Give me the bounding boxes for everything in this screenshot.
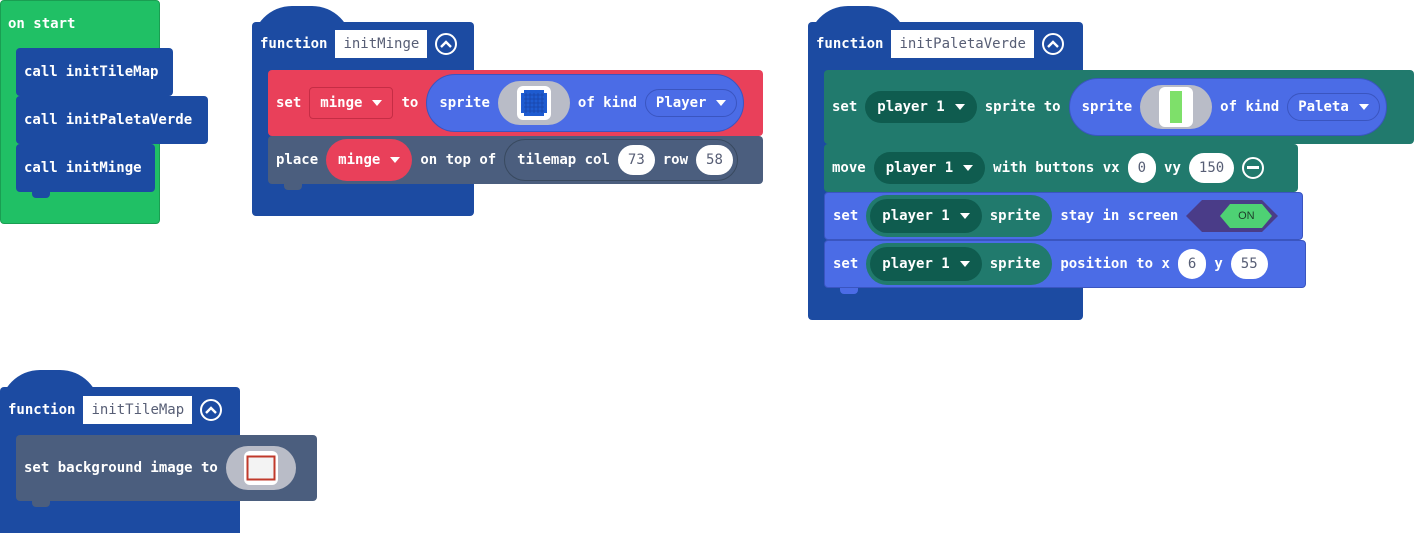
call-function-name: initMinge xyxy=(65,160,142,176)
kind-name: Player xyxy=(655,95,707,111)
chevron-down-icon xyxy=(959,213,970,219)
vy-input[interactable]: 150 xyxy=(1188,153,1235,183)
chevron-down-icon xyxy=(372,100,383,106)
sprite-keyword: sprite xyxy=(989,208,1041,224)
player-dropdown[interactable]: player 1 xyxy=(870,199,982,233)
col-input[interactable]: 73 xyxy=(617,145,655,175)
player-name: player 1 xyxy=(882,208,950,224)
on-start-label: on start xyxy=(8,16,76,32)
variable-name: minge xyxy=(338,152,381,168)
stay-in-screen-keyword: stay in screen xyxy=(1060,208,1179,224)
collapse-icon[interactable] xyxy=(200,399,223,421)
sprite-keyword: sprite xyxy=(989,256,1041,272)
function-name-field[interactable]: initMinge xyxy=(335,30,428,58)
set-keyword: set xyxy=(276,95,302,111)
variable-name: minge xyxy=(320,95,363,111)
of-kind-keyword: of kind xyxy=(1220,99,1280,115)
kind-dropdown[interactable]: Player xyxy=(644,89,738,117)
function-name-field[interactable]: initPaletaVerde xyxy=(891,30,1034,58)
kind-name: Paleta xyxy=(1298,99,1349,115)
player-name: player 1 xyxy=(885,160,954,176)
sprite-create-block[interactable]: sprite of kind Paleta xyxy=(1068,78,1387,136)
set-background-image-keyword: set background image to xyxy=(24,460,218,476)
chevron-down-icon xyxy=(963,165,974,171)
player-dropdown[interactable]: player 1 xyxy=(873,152,986,184)
of-kind-keyword: of kind xyxy=(577,95,637,111)
player-dropdown[interactable]: player 1 xyxy=(870,247,982,281)
function-keyword: function xyxy=(816,36,884,52)
set-keyword: set xyxy=(833,208,859,224)
ball-sprite-icon xyxy=(516,86,551,120)
chevron-down-icon xyxy=(954,104,965,110)
set-background-image-block[interactable]: set background image to xyxy=(16,435,317,501)
collapse-icon[interactable] xyxy=(435,33,458,55)
set-sprite-block[interactable]: set minge to sprite of kind Player xyxy=(268,70,763,136)
set-sprite-variable-block[interactable]: set player 1 sprite to sprite of kind Pa… xyxy=(824,70,1414,144)
x-input[interactable]: 6 xyxy=(1177,249,1207,279)
collapse-icon[interactable] xyxy=(1041,33,1064,55)
variable-dropdown[interactable]: minge xyxy=(326,139,413,181)
vy-keyword: vy xyxy=(1164,160,1181,176)
sprite-keyword: sprite xyxy=(439,95,490,111)
tilemap-location-block[interactable]: tilemap col 73 row 58 xyxy=(504,139,738,181)
call-init-paleta-verde-block[interactable]: call initPaletaVerde xyxy=(16,96,208,144)
call-keyword: call xyxy=(24,64,58,80)
vx-input[interactable]: 0 xyxy=(1127,153,1157,183)
chevron-down-icon xyxy=(1358,104,1369,110)
sprite-variable-reporter[interactable]: player 1 sprite xyxy=(866,243,1053,285)
function-keyword: function xyxy=(260,36,328,52)
sprite-to-keyword: sprite to xyxy=(984,99,1061,115)
function-keyword: function xyxy=(8,402,76,418)
set-stay-in-screen-block[interactable]: set player 1 sprite stay in screen ON xyxy=(824,192,1303,240)
sprite-create-block[interactable]: sprite of kind Player xyxy=(426,74,745,132)
call-keyword: call xyxy=(24,112,58,128)
tilemap-col-keyword: tilemap col xyxy=(517,152,610,168)
sprite-image-picker[interactable] xyxy=(1140,85,1213,129)
sprite-keyword: sprite xyxy=(1081,99,1133,115)
position-to-x-keyword: position to x xyxy=(1060,256,1170,272)
set-position-block[interactable]: set player 1 sprite position to x 6 y 55 xyxy=(824,240,1306,288)
row-input[interactable]: 58 xyxy=(696,145,733,175)
sprite-variable-reporter[interactable]: player 1 sprite xyxy=(866,195,1053,237)
variable-dropdown[interactable]: minge xyxy=(309,87,394,119)
player-name: player 1 xyxy=(877,99,945,115)
y-input[interactable]: 55 xyxy=(1230,249,1268,279)
chevron-down-icon xyxy=(390,157,401,163)
set-keyword: set xyxy=(833,256,859,272)
place-keyword: place xyxy=(276,152,319,168)
player-dropdown[interactable]: player 1 xyxy=(865,91,977,123)
with-buttons-vx-keyword: with buttons vx xyxy=(993,160,1120,176)
set-keyword: set xyxy=(832,99,858,115)
move-with-buttons-block[interactable]: move player 1 with buttons vx 0 vy 150 xyxy=(824,144,1298,192)
on-top-of-keyword: on top of xyxy=(420,152,497,168)
background-image-picker[interactable] xyxy=(225,446,296,490)
chevron-down-icon xyxy=(716,100,727,106)
y-keyword: y xyxy=(1214,256,1223,272)
place-on-tile-block[interactable]: place minge on top of tilemap col 73 row… xyxy=(268,136,763,184)
to-keyword: to xyxy=(401,95,419,111)
remove-parameter-icon[interactable] xyxy=(1242,157,1265,179)
call-function-name: initPaletaVerde xyxy=(65,112,193,128)
paddle-sprite-icon xyxy=(1159,87,1194,127)
background-image-icon xyxy=(243,451,278,485)
move-keyword: move xyxy=(832,160,866,176)
kind-dropdown[interactable]: Paleta xyxy=(1287,93,1380,121)
call-init-minge-block[interactable]: call initMinge xyxy=(16,144,155,192)
toggle-state-label: ON xyxy=(1238,210,1255,222)
call-function-name: initTileMap xyxy=(65,64,159,80)
on-off-toggle[interactable]: ON xyxy=(1186,200,1279,232)
function-name-field[interactable]: initTileMap xyxy=(83,396,193,424)
player-name: player 1 xyxy=(882,256,950,272)
chevron-down-icon xyxy=(959,261,970,267)
call-keyword: call xyxy=(24,160,58,176)
sprite-image-picker[interactable] xyxy=(497,81,570,125)
call-init-tilemap-block[interactable]: call initTileMap xyxy=(16,48,173,96)
row-keyword: row xyxy=(662,152,689,168)
